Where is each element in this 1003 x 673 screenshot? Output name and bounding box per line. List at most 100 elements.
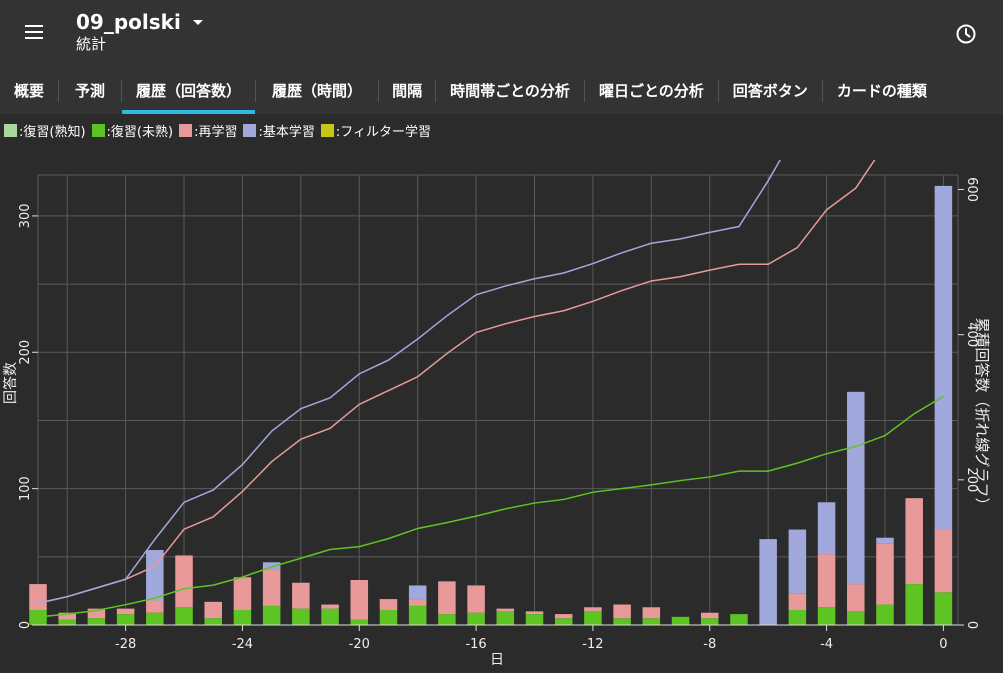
x-tick-label: -24 <box>232 637 253 652</box>
bar-segment <box>146 600 164 613</box>
tab-label: 予測 <box>75 82 106 100</box>
tab-label: カードの種類 <box>836 82 927 100</box>
deck-title-block: 09_polski 統計 <box>76 10 203 53</box>
x-tick-label: -16 <box>465 637 486 652</box>
bar-segment <box>700 612 719 619</box>
cumulative-line <box>37 160 781 604</box>
tab-review-time[interactable]: 履歴（時間） <box>256 67 378 114</box>
tab-overview[interactable]: 概要 <box>0 67 58 114</box>
clock-icon[interactable] <box>952 20 980 48</box>
bar-segment <box>292 582 310 609</box>
bar-segment <box>116 608 135 615</box>
selected-tab-indicator <box>122 110 256 114</box>
bar-segment <box>321 604 339 609</box>
bar-segment <box>700 618 719 625</box>
chart-bars <box>29 185 953 625</box>
bar-segment <box>876 537 894 544</box>
legend-swatch <box>243 123 257 137</box>
x-tick-label: -12 <box>582 637 603 652</box>
bar-segment <box>146 612 164 625</box>
legend-label: :再学習 <box>194 124 238 140</box>
x-tick-label: 0 <box>939 637 947 652</box>
bar-segment <box>554 618 573 625</box>
bar-segment <box>262 605 281 625</box>
bar-segment <box>496 608 515 612</box>
tab-weekday[interactable]: 曜日ごとの分析 <box>585 67 718 114</box>
tab-label: 履歴（回答数） <box>136 82 242 100</box>
bar-segment <box>379 599 398 610</box>
bar-segment <box>876 604 894 625</box>
tab-answer-buttons[interactable]: 回答ボタン <box>719 67 822 114</box>
legend-label: :基本学習 <box>258 124 315 140</box>
bar-segment <box>467 612 485 625</box>
legend-item-mature: :復習(熟知) <box>4 121 86 140</box>
legend-label: :復習(熟知) <box>19 124 86 140</box>
bar-segment <box>584 611 602 625</box>
bar-segment <box>934 185 953 530</box>
bar-segment <box>642 618 661 625</box>
tab-label: 時間帯ごとの分析 <box>450 82 570 100</box>
bar-segment <box>350 580 369 620</box>
bar-segment <box>116 614 135 625</box>
dropdown-caret-icon[interactable] <box>192 19 203 25</box>
y2-axis-label: 累積回答数（折れ線グラフ） <box>973 317 991 512</box>
bar-segment <box>759 539 777 625</box>
tab-review-count[interactable]: 履歴（回答数） <box>122 67 256 114</box>
bar-segment <box>408 599 427 606</box>
deck-name: 09_polski <box>76 10 181 34</box>
bar-segment <box>730 614 748 625</box>
bar-segment <box>817 502 836 555</box>
y-tick-label: 0 <box>18 621 33 629</box>
tab-label: 回答ボタン <box>732 82 808 100</box>
legend-label: :復習(未熟) <box>106 124 174 140</box>
bar-segment <box>438 614 456 625</box>
bar-segment <box>58 619 76 625</box>
bar-segment <box>467 585 485 613</box>
bar-segment <box>905 584 923 625</box>
bar-segment <box>817 607 836 625</box>
legend-item-relearn: :再学習 <box>179 121 237 140</box>
bar-segment <box>934 592 953 625</box>
tab-label: 履歴（時間） <box>272 82 363 100</box>
y-tick-label: 300 <box>18 203 33 228</box>
bar-segment <box>788 610 807 625</box>
bar-segment <box>554 614 573 619</box>
bar-segment <box>584 607 602 612</box>
x-tick-label: -4 <box>820 637 833 652</box>
tab-card-types[interactable]: カードの種類 <box>823 67 941 114</box>
bar-segment <box>350 619 369 625</box>
tab-label: 概要 <box>14 82 45 100</box>
bar-segment <box>613 618 631 625</box>
bar-segment <box>847 391 865 585</box>
x-axis-label: 日 <box>490 652 504 668</box>
tab-forecast[interactable]: 予測 <box>59 67 121 114</box>
bar-segment <box>642 607 661 619</box>
chart-legend: :復習(熟知) :復習(未熟) :再学習 :基本学習 :フィルター学習 <box>4 121 437 140</box>
cumulative-line <box>37 160 876 604</box>
y-tick-label: 200 <box>18 340 33 365</box>
bar-segment <box>438 581 456 615</box>
bar-segment <box>204 601 222 619</box>
bar-segment <box>817 554 836 608</box>
tab-label: 間隔 <box>392 82 423 100</box>
hamburger-menu-icon[interactable] <box>20 18 48 46</box>
bar-segment <box>496 611 515 625</box>
bar-segment <box>671 616 690 625</box>
bar-segment <box>613 604 631 619</box>
tab-intervals[interactable]: 間隔 <box>379 67 435 114</box>
bar-segment <box>379 610 398 625</box>
bar-segment <box>525 614 544 625</box>
deck-selector[interactable]: 09_polski <box>76 10 203 34</box>
cumulative-line <box>37 395 944 618</box>
y2-tick-label: 600 <box>964 177 979 202</box>
bar-segment <box>525 611 544 615</box>
bar-segment <box>847 584 865 612</box>
tab-hourly[interactable]: 時間帯ごとの分析 <box>436 67 584 114</box>
legend-swatch <box>4 123 17 137</box>
bar-segment <box>292 608 310 625</box>
bar-segment <box>876 543 894 605</box>
bar-segment <box>29 584 47 610</box>
legend-item-young: :復習(未熟) <box>91 121 174 140</box>
review-history-chart: -28 -24 -20 -16 -12 -8 -4 001002003000200400600… <box>2 160 991 668</box>
bar-segment <box>788 529 807 594</box>
